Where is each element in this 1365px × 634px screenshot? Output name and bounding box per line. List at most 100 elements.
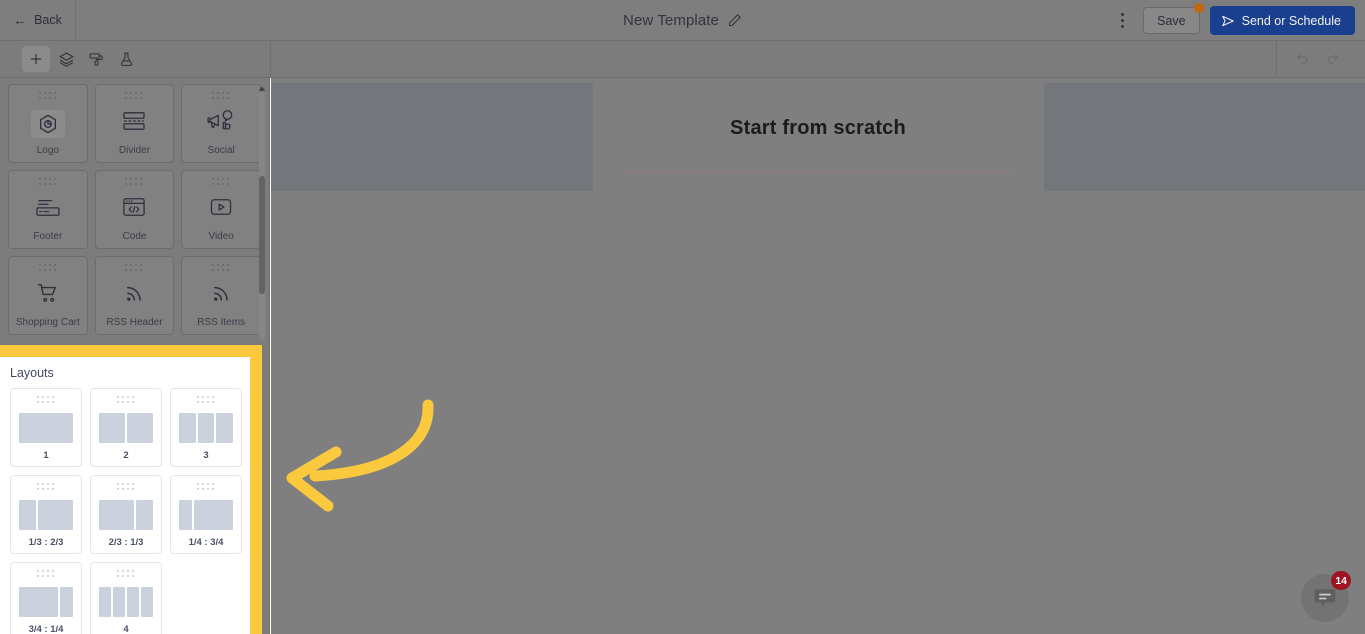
template-canvas[interactable]: Start from scratch <box>271 78 1365 634</box>
drag-handle-icon[interactable] <box>38 264 58 273</box>
layout-column <box>179 499 192 530</box>
layout-preview <box>11 579 81 625</box>
drag-handle-icon[interactable] <box>36 570 56 579</box>
layout-tile-label: 1/4 : 3/4 <box>188 536 224 548</box>
blocks-scroll-area: Logo Divider Social Footer Code Video Shopping… <box>0 78 269 346</box>
shopping-cart-icon <box>9 273 87 318</box>
drag-handle-icon[interactable] <box>196 483 216 492</box>
layout-column <box>127 412 153 443</box>
layout-preview <box>171 405 241 451</box>
toolbar-divider <box>270 41 271 77</box>
drag-handle-icon[interactable] <box>211 264 231 273</box>
block-tile-logo[interactable]: Logo <box>8 84 88 163</box>
logo-hexagon-icon <box>9 101 87 146</box>
block-tile-label: Footer <box>33 231 63 242</box>
scrollbar-thumb[interactable] <box>259 176 265 294</box>
save-button[interactable]: Save <box>1143 3 1204 34</box>
layout-tile-2[interactable]: 2 <box>90 388 162 467</box>
drag-handle-icon[interactable] <box>116 483 136 492</box>
send-or-schedule-button[interactable]: Send or Schedule <box>1209 6 1355 35</box>
add-block-icon[interactable] <box>22 46 50 72</box>
rss-icon <box>182 273 260 318</box>
drag-handle-icon[interactable] <box>36 483 56 492</box>
block-tile-divider[interactable]: Divider <box>94 84 175 163</box>
send-button-label: Send or Schedule <box>1241 13 1341 28</box>
layers-icon[interactable] <box>52 46 80 72</box>
layout-tile-3[interactable]: 3 <box>170 388 242 467</box>
drag-handle-icon[interactable] <box>38 178 58 187</box>
arrow-left-icon: ← <box>13 12 28 28</box>
drag-handle-icon[interactable] <box>196 396 216 405</box>
back-button[interactable]: ← Back <box>0 0 76 41</box>
layout-column <box>99 499 134 530</box>
block-tile-video[interactable]: Video <box>181 170 261 249</box>
layout-tile-2-3-1-3[interactable]: 2/3 : 1/3 <box>90 475 162 554</box>
layout-tile-4[interactable]: 4 <box>90 562 162 634</box>
layout-preview <box>91 579 161 625</box>
layouts-panel-highlight: Layouts 1 2 3 1/3 : 2/3 2/3 : 1/3 1/4 : 3/4 3/… <box>0 345 262 634</box>
drag-handle-icon[interactable] <box>116 396 136 405</box>
layout-column <box>99 412 125 443</box>
editor-toolbar <box>0 41 1365 78</box>
drag-handle-icon[interactable] <box>36 396 56 405</box>
block-tile-label: Shopping Cart <box>15 317 80 328</box>
layout-column <box>216 412 234 443</box>
layout-column <box>19 586 58 617</box>
layout-tile-label: 2/3 : 1/3 <box>108 536 144 548</box>
layout-preview <box>171 492 241 538</box>
toolbar-tool-group <box>0 46 140 72</box>
canvas-block-left[interactable] <box>271 83 593 191</box>
block-tile-shopping-cart[interactable]: Shopping Cart <box>8 256 88 335</box>
canvas-center-block[interactable]: Start from scratch <box>623 83 1013 173</box>
layout-tile-1-3-2-3[interactable]: 1/3 : 2/3 <box>10 475 82 554</box>
page-title: New Template <box>623 12 719 29</box>
layout-tile-label: 1 <box>43 449 49 461</box>
block-tile-footer[interactable]: Footer <box>8 170 88 249</box>
flask-icon[interactable] <box>112 46 140 72</box>
code-window-icon <box>96 187 174 232</box>
layout-tile-grid: 1 2 3 1/3 : 2/3 2/3 : 1/3 1/4 : 3/4 3/4 : 1/4 4 <box>10 388 242 634</box>
layout-column <box>19 412 73 443</box>
drag-handle-icon[interactable] <box>211 92 231 101</box>
drag-handle-icon[interactable] <box>211 178 231 187</box>
block-tile-label: Logo <box>36 145 59 156</box>
layout-column <box>99 586 111 617</box>
header-actions: Save Send or Schedule <box>1111 0 1355 41</box>
block-tile-label: Video <box>208 231 234 242</box>
layout-column <box>38 499 73 530</box>
kebab-menu-icon[interactable] <box>1111 8 1133 34</box>
pencil-icon[interactable] <box>727 13 742 28</box>
layout-tile-3-4-1-4[interactable]: 3/4 : 1/4 <box>10 562 82 634</box>
block-tile-label: RSS Items <box>197 317 246 328</box>
sidebar-scrollbar[interactable] <box>257 80 267 342</box>
drag-handle-icon[interactable] <box>116 570 136 579</box>
block-tile-rss-header[interactable]: RSS Header <box>94 256 175 335</box>
drag-handle-icon[interactable] <box>124 92 144 101</box>
scroll-up-arrow-icon[interactable] <box>258 80 266 91</box>
drag-handle-icon[interactable] <box>38 92 58 101</box>
layout-column <box>135 499 153 530</box>
block-tile-code[interactable]: Code <box>94 170 175 249</box>
paper-plane-icon <box>1221 14 1235 28</box>
chat-widget-button[interactable]: 14 <box>1301 571 1351 622</box>
block-tile-label: Divider <box>118 145 151 156</box>
undo-icon[interactable] <box>1291 48 1313 70</box>
unsaved-changes-badge <box>1193 3 1204 13</box>
drag-handle-icon[interactable] <box>124 178 144 187</box>
save-button-label: Save <box>1157 13 1186 28</box>
canvas-block-right[interactable] <box>1044 83 1365 191</box>
drag-handle-icon[interactable] <box>124 264 144 273</box>
layout-tile-1-4-3-4[interactable]: 1/4 : 3/4 <box>170 475 242 554</box>
block-tile-grid: Logo Divider Social Footer Code Video Shopping… <box>8 84 261 335</box>
layout-tile-label: 1/3 : 2/3 <box>28 536 64 548</box>
app-header: ← Back New Template Save Send or Schedul… <box>0 0 1365 41</box>
divider-icon <box>96 101 174 146</box>
block-tile-label: Code <box>122 231 147 242</box>
paint-roller-icon[interactable] <box>82 46 110 72</box>
block-tile-social[interactable]: Social <box>181 84 261 163</box>
block-tile-rss-items[interactable]: RSS Items <box>181 256 261 335</box>
redo-icon[interactable] <box>1321 48 1343 70</box>
layout-column <box>179 412 196 443</box>
back-button-label: Back <box>34 13 62 27</box>
layout-tile-1[interactable]: 1 <box>10 388 82 467</box>
